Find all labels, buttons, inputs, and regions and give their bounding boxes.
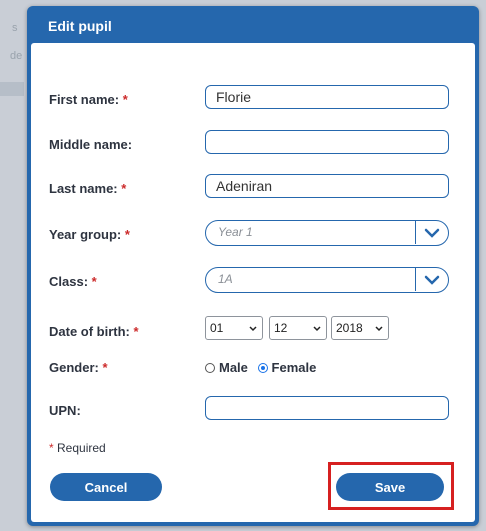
birth-month-value: 12 <box>274 321 288 335</box>
caret-down-icon <box>249 322 257 336</box>
last-name-input[interactable] <box>205 174 449 198</box>
year-group-value: Year 1 <box>218 225 253 239</box>
birth-year-value: 2018 <box>336 321 363 335</box>
background-text-fragment: s <box>12 22 18 34</box>
required-marker: * <box>124 227 130 242</box>
chevron-down-icon[interactable] <box>415 268 448 291</box>
class-label: Class: * <box>49 274 97 289</box>
gender-radio-group: Male Female <box>205 360 316 375</box>
gender-label: Gender: * <box>49 360 108 375</box>
birth-day-value: 01 <box>210 321 224 335</box>
required-marker: * <box>91 274 97 289</box>
class-value: 1A <box>218 272 233 286</box>
birth-day-select[interactable]: 01 <box>205 316 263 340</box>
dialog-title: Edit pupil <box>48 18 112 34</box>
last-name-label: Last name: * <box>49 181 127 196</box>
upn-input[interactable] <box>205 396 449 420</box>
edit-pupil-dialog: Edit pupil First name: * Middle name: La… <box>27 6 479 526</box>
gender-female-radio[interactable] <box>257 363 268 373</box>
background-bar <box>0 82 24 96</box>
middle-name-input[interactable] <box>205 130 449 154</box>
required-marker: * <box>102 360 108 375</box>
year-group-select[interactable]: Year 1 <box>205 220 449 246</box>
birth-month-select[interactable]: 12 <box>269 316 327 340</box>
first-name-label: First name: * <box>49 92 128 107</box>
gender-female-label[interactable]: Female <box>272 360 317 375</box>
dialog-body: First name: * Middle name: Last name: * … <box>31 43 475 522</box>
caret-down-icon <box>313 322 321 336</box>
required-note-text: Required <box>57 441 106 455</box>
gender-male-radio[interactable] <box>205 363 215 373</box>
required-marker: * <box>122 92 128 107</box>
birth-year-select[interactable]: 2018 <box>331 316 389 340</box>
gender-male-label[interactable]: Male <box>219 360 248 375</box>
middle-name-label: Middle name: <box>49 137 133 152</box>
chevron-down-icon[interactable] <box>415 221 448 244</box>
date-of-birth-label: Date of birth: * <box>49 324 139 339</box>
class-select[interactable]: 1A <box>205 267 449 293</box>
background-text-fragment: de <box>10 50 23 62</box>
upn-label: UPN: <box>49 403 81 418</box>
required-marker: * <box>49 441 54 455</box>
required-note: * Required <box>49 441 106 455</box>
required-marker: * <box>121 181 127 196</box>
year-group-label: Year group: * <box>49 227 130 242</box>
required-marker: * <box>133 324 139 339</box>
first-name-input[interactable] <box>205 85 449 109</box>
caret-down-icon <box>375 322 383 336</box>
cancel-button[interactable]: Cancel <box>50 473 162 501</box>
save-button-highlight <box>328 462 454 510</box>
